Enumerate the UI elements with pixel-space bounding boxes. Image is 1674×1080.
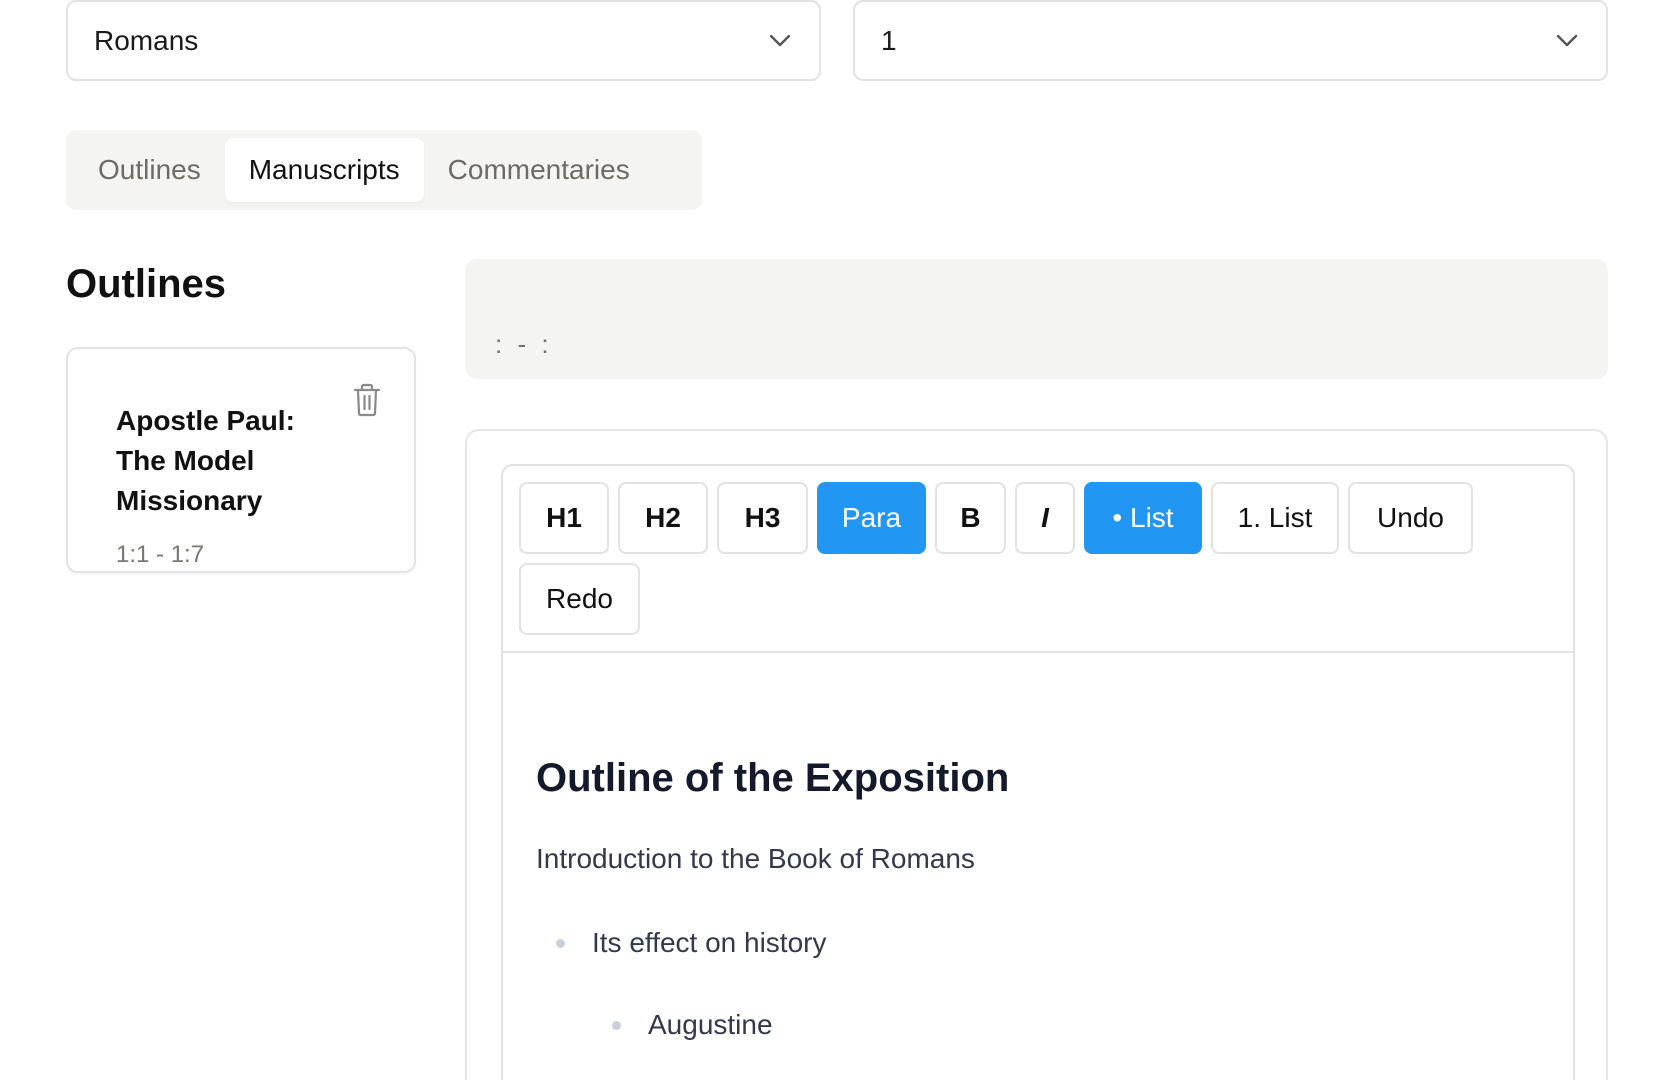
tab-manuscripts[interactable]: Manuscripts [224,138,424,202]
list-item: Augustine [536,1009,1536,1041]
redo-button[interactable]: Redo [519,563,640,635]
outlines-heading: Outlines [66,262,227,306]
h3-button[interactable]: H3 [717,482,808,554]
chapter-select[interactable]: 1 [853,0,1608,81]
rich-text-editor: H1 H2 H3 Para B I • List 1. List Undo Re… [501,464,1575,1080]
list-item-text: Its effect on history [592,927,827,958]
undo-button[interactable]: Undo [1348,482,1473,554]
outline-card-range: 1:1 - 1:7 [116,541,205,568]
paragraph-button[interactable]: Para [817,482,926,554]
trash-icon[interactable] [352,383,382,417]
h1-button[interactable]: H1 [519,482,609,554]
tab-commentaries[interactable]: Commentaries [424,138,654,202]
tab-outlines[interactable]: Outlines [74,138,225,202]
book-select-value: Romans [94,24,199,56]
list-item: Its effect on history [536,927,1536,959]
reference-text: : - : [495,328,553,359]
book-select[interactable]: Romans [66,0,821,81]
list-item-text: Augustine [648,1009,773,1040]
bullet-icon [556,938,565,948]
bullet-list-button[interactable]: • List [1084,482,1202,554]
page: Romans 1 Outlines Manuscripts Commentari… [0,0,1674,1080]
reference-bar: : - : [465,259,1608,379]
chapter-select-value: 1 [881,24,897,56]
ordered-list-button[interactable]: 1. List [1211,482,1339,554]
document-heading: Outline of the Exposition [536,756,1010,800]
editor-content[interactable]: Outline of the Exposition Introduction t… [536,756,1536,1041]
tab-bar: Outlines Manuscripts Commentaries [66,130,702,210]
chevron-down-icon [1554,28,1580,54]
italic-button[interactable]: I [1015,482,1075,554]
editor-container: H1 H2 H3 Para B I • List 1. List Undo Re… [465,429,1608,1080]
outline-card-title: Apostle Paul: The Model Missionary [116,405,295,516]
document-paragraph: Introduction to the Book of Romans [536,843,975,874]
bullet-icon [612,1020,621,1030]
chevron-down-icon [767,28,793,54]
editor-toolbar: H1 H2 H3 Para B I • List 1. List Undo Re… [519,482,1559,635]
toolbar-divider [503,651,1573,653]
bold-button[interactable]: B [935,482,1006,554]
outline-card[interactable]: Apostle Paul: The Model Missionary 1:1 -… [66,347,416,573]
h2-button[interactable]: H2 [618,482,708,554]
